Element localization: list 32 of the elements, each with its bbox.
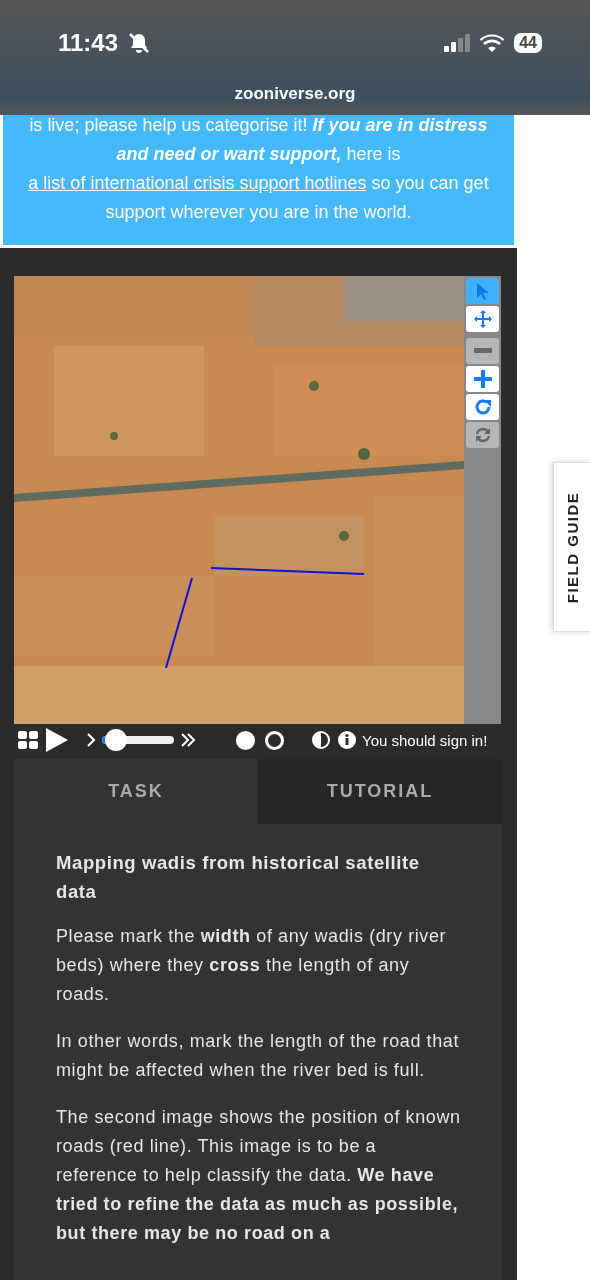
task-paragraph: In other words, mark the length of the road that might be affected when the river bed is full. bbox=[56, 1030, 460, 1082]
chevron-icon bbox=[86, 732, 96, 748]
task-paragraph: Please mark the width of any wadis (dry river beds) where they cross the length of any roads. bbox=[56, 925, 448, 1006]
wifi-icon bbox=[480, 34, 505, 52]
contrast-icon[interactable] bbox=[312, 731, 330, 749]
task-paragraph: The second image shows the position of known roads (red line). This image is to be a reference to help classify the data. We have tried to refine the data as much as possible, but there may be no road on a bbox=[56, 1106, 462, 1245]
grid-icon[interactable] bbox=[18, 731, 38, 749]
cursor-icon bbox=[474, 282, 491, 300]
tab[interactable]: TUTORIAL bbox=[258, 759, 502, 824]
signal-icon bbox=[444, 34, 471, 52]
tab[interactable]: TASK bbox=[14, 759, 258, 824]
sign-in-notice: You should sign in! bbox=[362, 731, 488, 749]
info-icon[interactable] bbox=[338, 731, 356, 749]
move-icon bbox=[472, 309, 493, 329]
play-icon[interactable] bbox=[46, 728, 68, 752]
frame-dot[interactable] bbox=[265, 730, 284, 750]
refresh-icon bbox=[473, 426, 492, 444]
address-bar[interactable]: zooniverse.org bbox=[0, 84, 590, 104]
zoom-in-tool-button[interactable] bbox=[466, 366, 499, 392]
battery-level: 44 bbox=[514, 33, 542, 53]
minus-icon bbox=[473, 348, 492, 354]
plus-icon bbox=[473, 370, 492, 388]
status-time: 11:43 bbox=[58, 29, 119, 57]
rotate-icon bbox=[473, 398, 492, 416]
double-chevron-icon bbox=[180, 732, 196, 748]
muted-bell-icon bbox=[128, 32, 151, 54]
move-tool-button[interactable] bbox=[466, 306, 499, 332]
slider-thumb[interactable] bbox=[105, 729, 128, 751]
task-title: Mapping wadis from historical satellite data bbox=[56, 851, 421, 904]
rotate-tool-button[interactable] bbox=[466, 394, 499, 420]
frame-dot[interactable] bbox=[236, 730, 255, 750]
field-guide-tab[interactable]: FIELD GUIDE bbox=[553, 462, 590, 632]
